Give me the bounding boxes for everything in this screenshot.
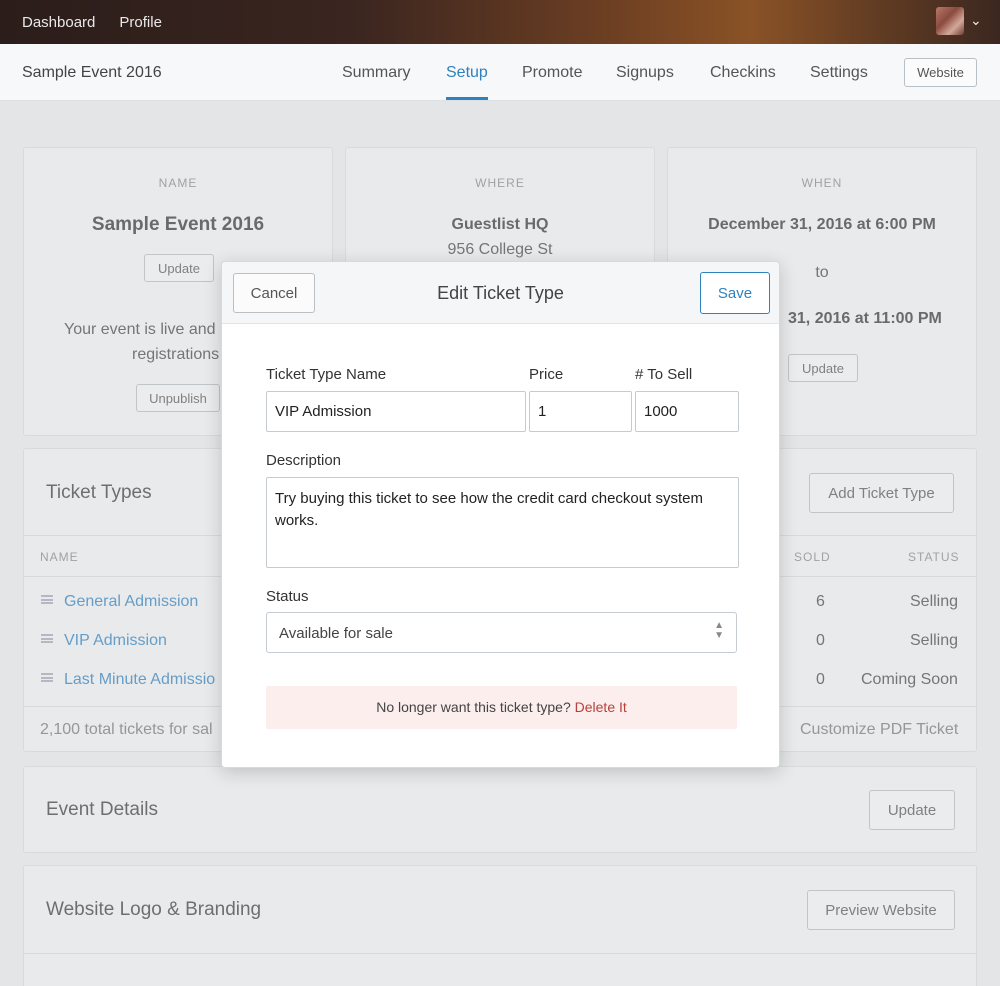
tab-checkins[interactable]: Checkins xyxy=(710,64,776,82)
tab-summary[interactable]: Summary xyxy=(342,64,410,82)
save-button[interactable]: Save xyxy=(700,272,770,314)
price-input[interactable] xyxy=(529,391,632,432)
profile-link[interactable]: Profile xyxy=(119,14,162,31)
dashboard-link[interactable]: Dashboard xyxy=(22,14,95,31)
ticket-name-label: Ticket Type Name xyxy=(266,366,387,383)
to-sell-input[interactable] xyxy=(635,391,739,432)
tab-setup[interactable]: Setup xyxy=(446,64,488,82)
chevron-down-icon[interactable]: ⌄ xyxy=(970,12,982,29)
event-subnav: Sample Event 2016 Summary Setup Promote … xyxy=(0,44,1000,101)
tab-signups[interactable]: Signups xyxy=(616,64,674,82)
delete-prompt-text: No longer want this ticket type? xyxy=(376,699,571,715)
description-textarea[interactable]: Try buying this ticket to see how the cr… xyxy=(266,477,739,568)
tab-promote[interactable]: Promote xyxy=(522,64,582,82)
description-label: Description xyxy=(266,452,342,469)
top-navigation-bar: Dashboard Profile ⌄ xyxy=(0,0,1000,44)
status-label: Status xyxy=(266,588,309,605)
status-select-value: Available for sale xyxy=(279,625,393,642)
modal-header: Cancel Edit Ticket Type Save xyxy=(222,262,779,324)
ticket-name-input[interactable] xyxy=(266,391,526,432)
status-select[interactable]: Available for sale ▲ ▼ xyxy=(266,612,737,653)
modal-title: Edit Ticket Type xyxy=(437,283,564,303)
to-sell-label: # To Sell xyxy=(635,366,693,383)
edit-ticket-type-modal: Cancel Edit Ticket Type Save Ticket Type… xyxy=(221,261,780,768)
delete-notice: No longer want this ticket type? Delete … xyxy=(266,686,737,729)
event-title: Sample Event 2016 xyxy=(22,64,162,81)
price-label: Price xyxy=(529,366,564,383)
select-arrows-icon: ▲ ▼ xyxy=(714,620,724,641)
delete-link[interactable]: Delete It xyxy=(575,699,627,715)
avatar[interactable] xyxy=(936,7,964,35)
active-tab-indicator xyxy=(446,97,488,100)
website-button[interactable]: Website xyxy=(904,58,977,87)
tab-settings[interactable]: Settings xyxy=(810,64,868,82)
